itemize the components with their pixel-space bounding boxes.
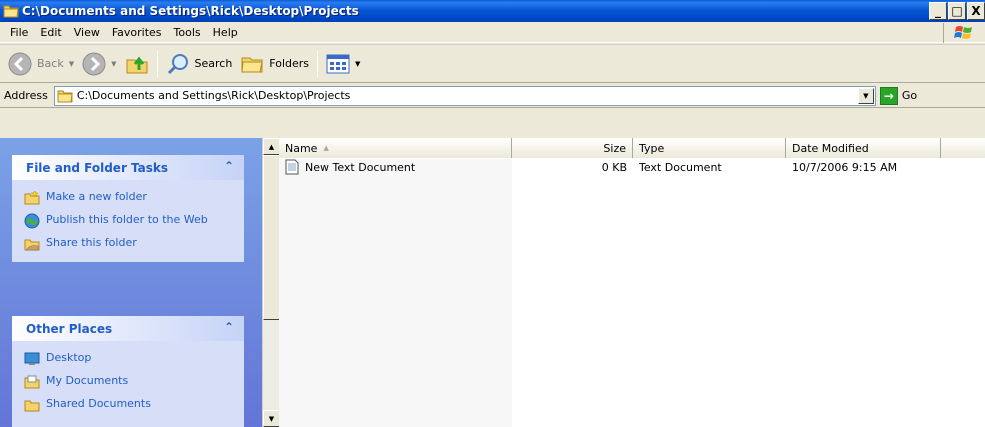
forward-dropdown-icon[interactable]: ▼ — [111, 60, 116, 68]
close-button[interactable]: X — [967, 2, 985, 20]
column-header-empty — [941, 138, 985, 158]
back-icon — [8, 52, 32, 75]
other-places-panel: Other Places ⌃ Desktop My Documents Shar… — [12, 316, 244, 427]
folders-label: Folders — [269, 57, 310, 70]
views-dropdown-icon[interactable]: ▼ — [355, 60, 360, 68]
column-size-label: Size — [603, 141, 626, 155]
go-arrow-icon: → — [879, 86, 898, 105]
views-icon — [326, 54, 350, 73]
file-type: Text Document — [639, 160, 722, 174]
address-bar: Address C:\Documents and Settings\Rick\D… — [0, 84, 985, 108]
close-label: X — [971, 4, 981, 18]
column-header-type[interactable]: Type — [633, 138, 786, 158]
forward-button[interactable]: ▼ — [78, 48, 120, 80]
menu-bar: File Edit View Favorites Tools Help — [0, 22, 985, 43]
forward-icon — [82, 52, 106, 75]
desktop-label: Desktop — [46, 351, 92, 364]
column-header-name[interactable]: Name ▲ — [279, 138, 512, 158]
share-folder-icon — [24, 239, 40, 251]
back-label: Back — [37, 57, 64, 70]
publish-folder-label: Publish this folder to the Web — [46, 213, 208, 226]
toolbar-separator — [317, 50, 319, 77]
task-pane-scrollbar[interactable]: ▲ ▼ — [262, 138, 280, 427]
file-date-modified: 10/7/2006 9:15 AM — [792, 160, 898, 174]
minimize-label: _ — [935, 4, 941, 18]
shared-documents-label: Shared Documents — [46, 397, 151, 410]
folder-icon — [57, 90, 73, 102]
address-value: C:\Documents and Settings\Rick\Desktop\P… — [76, 89, 351, 102]
folders-button[interactable]: Folders — [236, 48, 313, 80]
go-label: Go — [901, 89, 918, 102]
column-date-label: Date Modified — [792, 141, 869, 155]
share-folder-label: Share this folder — [46, 236, 137, 249]
address-input[interactable]: C:\Documents and Settings\Rick\Desktop\P… — [53, 85, 876, 106]
new-folder-icon — [24, 190, 40, 205]
publish-web-icon — [24, 213, 40, 229]
search-icon — [167, 53, 188, 74]
views-button[interactable]: ▼ — [322, 48, 364, 80]
menu-help[interactable]: Help — [207, 26, 244, 39]
up-folder-button[interactable] — [121, 48, 153, 80]
scroll-down-icon[interactable]: ▼ — [263, 410, 280, 427]
task-pane: File and Folder Tasks ⌃ Make a new folde… — [0, 138, 262, 427]
menu-file[interactable]: File — [4, 26, 34, 39]
menu-favorites[interactable]: Favorites — [106, 26, 168, 39]
other-places-title: Other Places — [26, 321, 113, 336]
file-name-cell[interactable]: New Text Document — [279, 159, 512, 175]
make-new-folder-link[interactable]: Make a new folder — [24, 190, 234, 206]
collapse-chevron-icon[interactable]: ⌃ — [224, 320, 234, 334]
shared-documents-link[interactable]: Shared Documents — [24, 397, 234, 413]
menu-view[interactable]: View — [68, 26, 106, 39]
maximize-label: □ — [951, 4, 963, 18]
maximize-button[interactable]: □ — [948, 2, 966, 20]
file-folder-tasks-panel: File and Folder Tasks ⌃ Make a new folde… — [12, 155, 244, 262]
table-row[interactable]: New Text Document 0 KB Text Document 10/… — [279, 158, 985, 176]
go-button[interactable]: → Go — [879, 86, 918, 105]
address-dropdown-icon[interactable]: ▼ — [857, 87, 874, 104]
address-label: Address — [4, 89, 48, 102]
toolbar: Back ▼ ▼ Search Folders ▼ — [0, 44, 985, 83]
my-documents-icon — [24, 375, 40, 389]
column-name-label: Name — [285, 141, 318, 155]
collapse-chevron-icon[interactable]: ⌃ — [224, 159, 234, 173]
my-documents-label: My Documents — [46, 374, 129, 387]
file-list: Name ▲ Size Type Date Modified New Text … — [279, 138, 985, 427]
folder-icon — [3, 4, 19, 18]
desktop-link[interactable]: Desktop — [24, 351, 234, 367]
column-type-label: Type — [639, 141, 665, 155]
make-new-folder-label: Make a new folder — [46, 190, 147, 203]
my-documents-link[interactable]: My Documents — [24, 374, 234, 390]
search-label: Search — [194, 57, 233, 70]
menu-edit[interactable]: Edit — [34, 26, 67, 39]
menu-tools[interactable]: Tools — [168, 26, 207, 39]
file-name: New Text Document — [305, 160, 416, 174]
file-size: 0 KB — [601, 160, 627, 174]
column-header-size[interactable]: Size — [512, 138, 633, 158]
other-places-header[interactable]: Other Places ⌃ — [12, 316, 244, 341]
share-folder-link[interactable]: Share this folder — [24, 236, 234, 252]
shared-documents-icon — [24, 400, 40, 412]
column-header-date-modified[interactable]: Date Modified — [786, 138, 941, 158]
folders-icon — [241, 57, 263, 72]
file-folder-tasks-title: File and Folder Tasks — [26, 160, 169, 175]
file-folder-tasks-header[interactable]: File and Folder Tasks ⌃ — [12, 155, 244, 180]
toolbar-separator — [156, 50, 158, 77]
scroll-up-icon[interactable]: ▲ — [263, 138, 280, 155]
scrollbar-thumb[interactable] — [263, 155, 280, 320]
minimize-button[interactable]: _ — [929, 2, 947, 20]
back-button[interactable]: Back ▼ — [4, 48, 78, 80]
sort-ascending-icon: ▲ — [323, 144, 329, 152]
sorted-column-highlight — [279, 159, 512, 427]
list-header: Name ▲ Size Type Date Modified — [279, 138, 985, 158]
search-button[interactable]: Search — [162, 48, 237, 80]
publish-folder-link[interactable]: Publish this folder to the Web — [24, 213, 234, 229]
windows-logo-icon — [943, 23, 983, 43]
window-title: C:\Documents and Settings\Rick\Desktop\P… — [22, 4, 359, 18]
text-document-icon — [285, 159, 299, 175]
back-dropdown-icon[interactable]: ▼ — [69, 60, 74, 68]
title-bar: C:\Documents and Settings\Rick\Desktop\P… — [0, 0, 985, 22]
desktop-icon — [24, 352, 40, 365]
up-folder-icon — [126, 56, 147, 73]
